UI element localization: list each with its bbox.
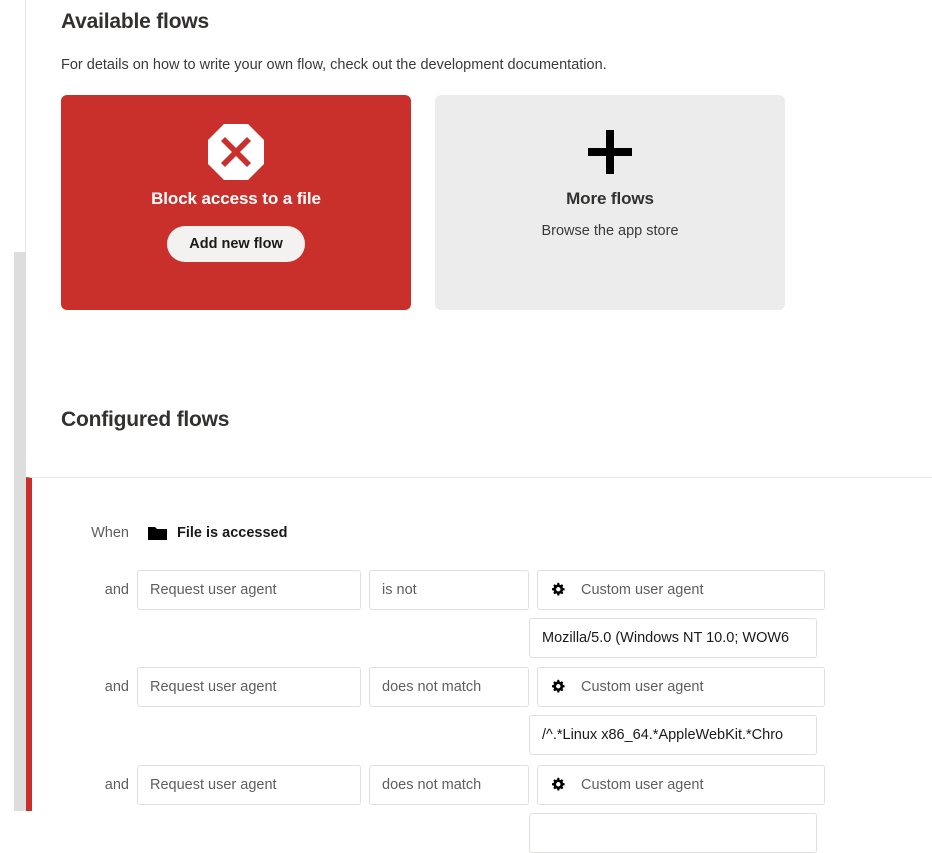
condition-operator-field[interactable]: does not match bbox=[369, 765, 529, 805]
vertical-scrollbar[interactable] bbox=[0, 0, 26, 811]
gear-icon bbox=[550, 679, 566, 695]
configured-flow-item: When File is accessed and Request user a… bbox=[26, 477, 932, 853]
condition-property-value: Request user agent bbox=[150, 679, 277, 695]
condition-value-line bbox=[529, 813, 825, 853]
condition-primary-line: Request user agent is not Custom user ag… bbox=[137, 570, 825, 610]
add-new-flow-button[interactable]: Add new flow bbox=[167, 226, 305, 262]
flow-card-subtitle: Browse the app store bbox=[541, 223, 679, 239]
condition-fields: Request user agent does not match Custom… bbox=[137, 765, 825, 853]
condition-property-field[interactable]: Request user agent bbox=[137, 765, 361, 805]
condition-row: and Request user agent is not Custom use… bbox=[72, 570, 825, 658]
condition-value-text: Mozilla/5.0 (Windows NT 10.0; WOW6 bbox=[542, 630, 790, 646]
condition-value-line: Mozilla/5.0 (Windows NT 10.0; WOW6 bbox=[529, 618, 825, 658]
condition-target-value: Custom user agent bbox=[581, 679, 704, 695]
condition-value-field[interactable]: /^.*Linux x86_64.*AppleWebKit.*Chro bbox=[529, 715, 817, 755]
condition-row: and Request user agent does not match Cu… bbox=[72, 765, 825, 853]
plus-icon bbox=[584, 121, 636, 183]
condition-fields: Request user agent does not match Custom… bbox=[137, 667, 825, 755]
condition-operator-value: does not match bbox=[382, 777, 482, 793]
gear-icon bbox=[550, 582, 566, 598]
available-flows-description: For details on how to write your own flo… bbox=[61, 57, 607, 73]
condition-target-field[interactable]: Custom user agent bbox=[537, 570, 825, 610]
condition-target-value: Custom user agent bbox=[581, 777, 704, 793]
flow-trigger-label[interactable]: File is accessed bbox=[177, 525, 287, 541]
condition-fields: Request user agent is not Custom user ag… bbox=[137, 570, 825, 658]
condition-property-field[interactable]: Request user agent bbox=[137, 570, 361, 610]
condition-operator-field[interactable]: is not bbox=[369, 570, 529, 610]
gear-icon bbox=[550, 777, 566, 793]
flow-trigger-row: When File is accessed bbox=[72, 522, 287, 544]
and-label: and bbox=[104, 582, 129, 598]
and-label: and bbox=[104, 777, 129, 793]
and-label: and bbox=[104, 679, 129, 695]
condition-value-text: /^.*Linux x86_64.*AppleWebKit.*Chro bbox=[542, 727, 784, 743]
block-octagon-icon bbox=[207, 121, 265, 183]
condition-primary-line: Request user agent does not match Custom… bbox=[137, 667, 825, 707]
condition-target-field[interactable]: Custom user agent bbox=[537, 765, 825, 805]
available-flows-heading: Available flows bbox=[61, 10, 209, 33]
flow-card-title: Block access to a file bbox=[151, 189, 321, 208]
condition-property-field[interactable]: Request user agent bbox=[137, 667, 361, 707]
available-flows-card-list: Block access to a file Add new flow More… bbox=[61, 95, 785, 310]
flow-card-block-access[interactable]: Block access to a file Add new flow bbox=[61, 95, 411, 310]
condition-value-line: /^.*Linux x86_64.*AppleWebKit.*Chro bbox=[529, 715, 825, 755]
folder-icon bbox=[148, 526, 167, 541]
flows-page: Available flows For details on how to wr… bbox=[26, 0, 932, 853]
condition-operator-value: is not bbox=[382, 582, 417, 598]
condition-target-field[interactable]: Custom user agent bbox=[537, 667, 825, 707]
condition-property-value: Request user agent bbox=[150, 777, 277, 793]
flow-card-title: More flows bbox=[566, 189, 654, 208]
when-label: When bbox=[91, 525, 129, 541]
scrollbar-thumb[interactable] bbox=[14, 252, 26, 811]
condition-value-field[interactable]: Mozilla/5.0 (Windows NT 10.0; WOW6 bbox=[529, 618, 817, 658]
condition-operator-field[interactable]: does not match bbox=[369, 667, 529, 707]
condition-target-value: Custom user agent bbox=[581, 582, 704, 598]
condition-operator-value: does not match bbox=[382, 679, 482, 695]
configured-flows-heading: Configured flows bbox=[61, 408, 230, 431]
condition-row: and Request user agent does not match Cu… bbox=[72, 667, 825, 755]
condition-value-field[interactable] bbox=[529, 813, 817, 853]
condition-property-value: Request user agent bbox=[150, 582, 277, 598]
flow-card-more-flows[interactable]: More flows Browse the app store bbox=[435, 95, 785, 310]
condition-primary-line: Request user agent does not match Custom… bbox=[137, 765, 825, 805]
